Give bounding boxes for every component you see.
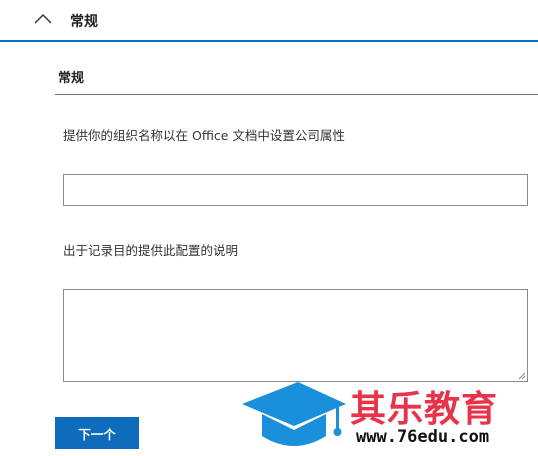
- description-textarea[interactable]: [63, 289, 528, 382]
- organization-name-label: 提供你的组织名称以在 Office 文档中设置公司属性: [63, 128, 345, 143]
- watermark: 其乐教育 www.76edu.com: [238, 372, 538, 456]
- description-label: 出于记录目的提供此配置的说明: [63, 243, 239, 258]
- subsection-title: 常规: [58, 71, 85, 86]
- next-button[interactable]: 下一个: [55, 417, 139, 449]
- watermark-brand: 其乐教育: [350, 389, 499, 430]
- organization-name-input[interactable]: [63, 174, 528, 206]
- watermark-url: www.76edu.com: [356, 427, 490, 447]
- settings-page: 常规 常规 提供你的组织名称以在 Office 文档中设置公司属性 出于记录目的…: [0, 0, 538, 456]
- section-header-title: 常规: [70, 14, 98, 30]
- general-section-header[interactable]: 常规: [0, 0, 538, 42]
- graduation-cap-icon: [242, 382, 346, 446]
- chevron-up-icon[interactable]: [33, 12, 53, 26]
- subsection-divider: [55, 94, 538, 95]
